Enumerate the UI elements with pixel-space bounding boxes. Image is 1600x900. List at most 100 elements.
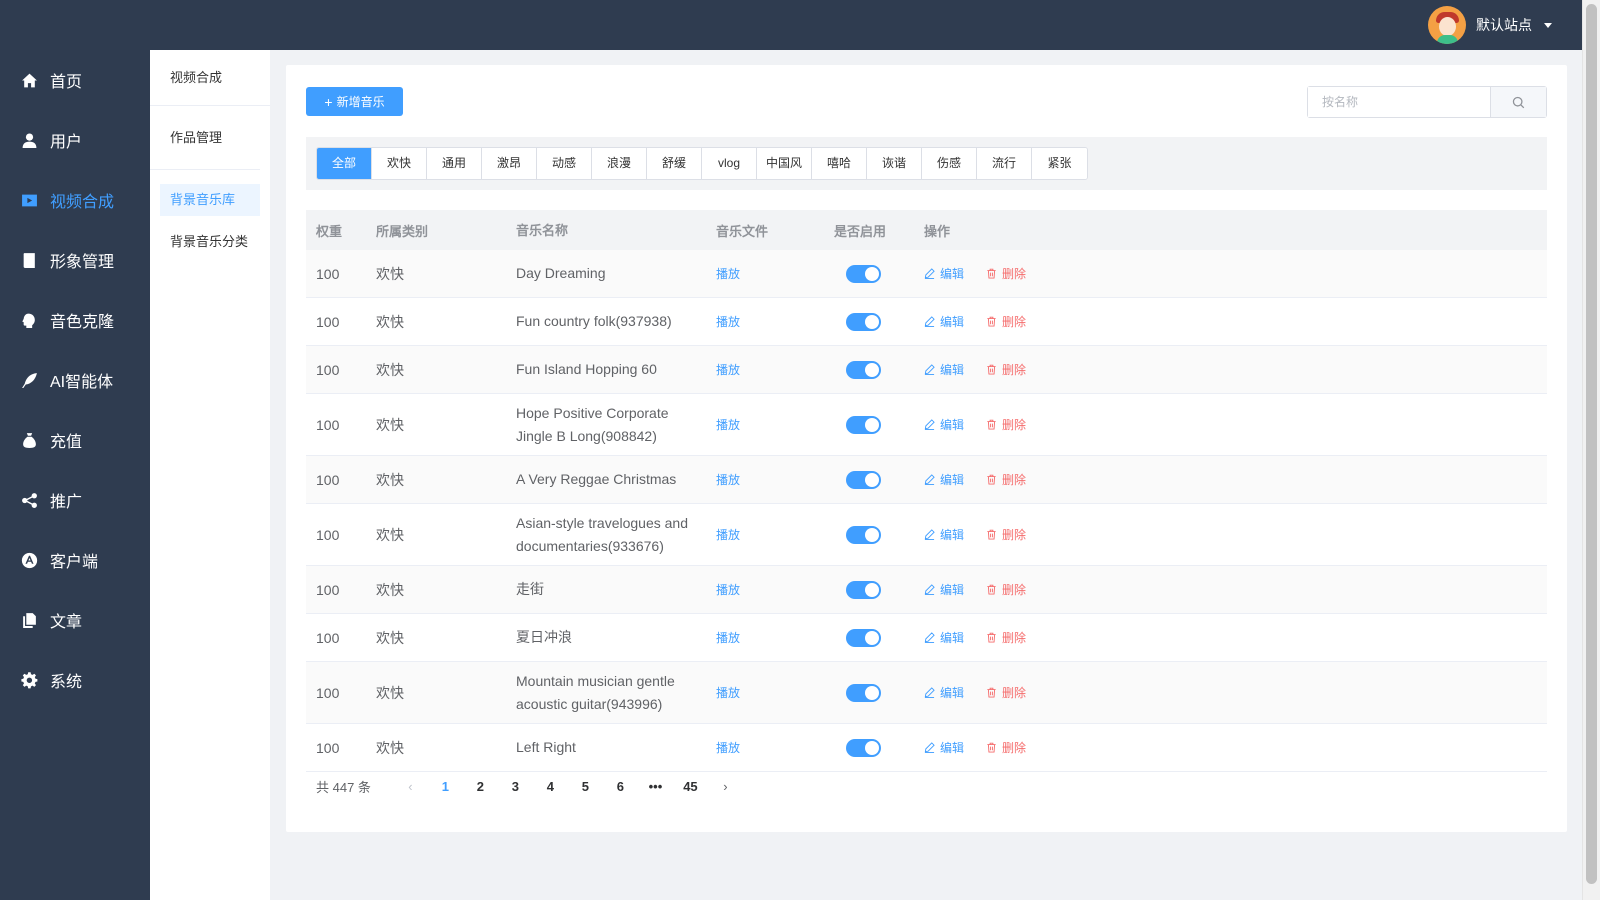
enable-switch[interactable] <box>846 683 881 702</box>
play-link[interactable]: 播放 <box>716 315 740 329</box>
category-tab-2[interactable]: 通用 <box>427 148 482 179</box>
trash-icon <box>987 529 996 540</box>
header-enabled: 是否启用 <box>834 223 887 239</box>
page-number[interactable]: 2 <box>463 779 498 794</box>
edit-button[interactable]: 编辑 <box>924 629 964 646</box>
enable-switch[interactable] <box>846 470 881 489</box>
page-number[interactable]: 4 <box>533 779 568 794</box>
prev-page-icon[interactable]: ‹ <box>393 779 428 794</box>
sidebar-item-7[interactable]: 推广 <box>0 470 150 530</box>
delete-button[interactable]: 删除 <box>986 471 1026 488</box>
play-link[interactable]: 播放 <box>716 267 740 281</box>
delete-button[interactable]: 删除 <box>986 526 1026 543</box>
edit-label: 编辑 <box>940 741 965 755</box>
cell-weight: 100 <box>316 629 340 646</box>
play-link[interactable]: 播放 <box>716 418 740 432</box>
play-link[interactable]: 播放 <box>716 473 740 487</box>
avatar[interactable] <box>1428 6 1466 44</box>
enable-switch[interactable] <box>846 360 881 379</box>
play-link[interactable]: 播放 <box>716 528 740 542</box>
sidebar-item-0[interactable]: 首页 <box>0 50 150 110</box>
category-tab-1[interactable]: 欢快 <box>372 148 427 179</box>
enable-switch[interactable] <box>846 312 881 331</box>
enable-switch[interactable] <box>846 525 881 544</box>
category-tab-3[interactable]: 激昂 <box>482 148 537 179</box>
delete-button[interactable]: 删除 <box>986 739 1026 756</box>
sidebar-item-8[interactable]: 客户端 <box>0 530 150 590</box>
page-number[interactable]: 45 <box>673 779 708 794</box>
enable-switch[interactable] <box>846 738 881 757</box>
delete-button[interactable]: 删除 <box>986 581 1026 598</box>
category-tab-8[interactable]: 中国风 <box>757 148 812 179</box>
edit-button[interactable]: 编辑 <box>924 581 964 598</box>
play-link[interactable]: 播放 <box>716 363 740 377</box>
enable-switch[interactable] <box>846 628 881 647</box>
caret-down-icon[interactable] <box>1544 22 1552 28</box>
edit-button[interactable]: 编辑 <box>924 526 964 543</box>
category-tab-11[interactable]: 伤感 <box>922 148 977 179</box>
next-page-icon[interactable]: › <box>708 779 743 794</box>
play-link[interactable]: 播放 <box>716 583 740 597</box>
page-number[interactable]: ••• <box>638 779 673 794</box>
edit-label: 编辑 <box>940 315 965 329</box>
play-link[interactable]: 播放 <box>716 631 740 645</box>
edit-icon <box>924 364 935 375</box>
category-tab-0[interactable]: 全部 <box>317 148 372 179</box>
play-link[interactable]: 播放 <box>716 686 740 700</box>
category-tab-4[interactable]: 动感 <box>537 148 592 179</box>
page-number[interactable]: 6 <box>603 779 638 794</box>
category-tab-9[interactable]: 嘻哈 <box>812 148 867 179</box>
delete-button[interactable]: 删除 <box>986 629 1026 646</box>
delete-button[interactable]: 删除 <box>986 265 1026 282</box>
scrollbar-thumb[interactable] <box>1586 4 1597 884</box>
search-input[interactable] <box>1308 87 1491 117</box>
delete-button[interactable]: 删除 <box>986 361 1026 378</box>
search-button[interactable] <box>1490 87 1546 117</box>
subnav-item-1[interactable]: 背景音乐分类 <box>160 226 260 258</box>
user-menu[interactable]: 默认站点 <box>1428 6 1552 44</box>
add-music-button[interactable]: + 新增音乐 <box>306 87 403 116</box>
cell-name: Hope Positive Corporate Jingle B Long(90… <box>516 404 669 444</box>
edit-button[interactable]: 编辑 <box>924 739 964 756</box>
trash-icon <box>987 316 996 327</box>
sidebar-item-3[interactable]: 形象管理 <box>0 230 150 290</box>
page-number[interactable]: 1 <box>428 779 463 794</box>
app-store-icon <box>20 551 38 569</box>
delete-button[interactable]: 删除 <box>986 313 1026 330</box>
play-link[interactable]: 播放 <box>716 741 740 755</box>
delete-button[interactable]: 删除 <box>986 416 1026 433</box>
delete-button[interactable]: 删除 <box>986 684 1026 701</box>
category-tab-5[interactable]: 浪漫 <box>592 148 647 179</box>
cell-category: 欢快 <box>376 265 404 282</box>
subnav-item-0[interactable]: 背景音乐库 <box>160 184 260 216</box>
category-tab-7[interactable]: vlog <box>702 148 757 179</box>
page-number[interactable]: 3 <box>498 779 533 794</box>
share-icon <box>20 491 38 509</box>
enable-switch[interactable] <box>846 415 881 434</box>
sidebar-item-4[interactable]: 音色克隆 <box>0 290 150 350</box>
cell-name: A Very Reggae Christmas <box>516 471 677 487</box>
sidebar-item-5[interactable]: AI智能体 <box>0 350 150 410</box>
category-tab-13[interactable]: 紧张 <box>1032 148 1087 179</box>
sidebar-item-9[interactable]: 文章 <box>0 590 150 650</box>
category-tab-12[interactable]: 流行 <box>977 148 1032 179</box>
edit-button[interactable]: 编辑 <box>924 471 964 488</box>
enable-switch[interactable] <box>846 264 881 283</box>
enable-switch[interactable] <box>846 580 881 599</box>
site-name[interactable]: 默认站点 <box>1476 15 1532 35</box>
subnav-group-works[interactable]: 作品管理 <box>150 106 260 170</box>
sidebar-item-6[interactable]: 充值 <box>0 410 150 470</box>
sidebar-item-2[interactable]: 视频合成 <box>0 170 150 230</box>
page-number[interactable]: 5 <box>568 779 603 794</box>
edit-button[interactable]: 编辑 <box>924 313 964 330</box>
edit-button[interactable]: 编辑 <box>924 265 964 282</box>
edit-button[interactable]: 编辑 <box>924 684 964 701</box>
sidebar-item-1[interactable]: 用户 <box>0 110 150 170</box>
sidebar-item-10[interactable]: 系统 <box>0 650 150 710</box>
category-tab-10[interactable]: 诙谐 <box>867 148 922 179</box>
header-ops: 操作 <box>924 223 951 239</box>
scrollbar[interactable] <box>1582 0 1600 900</box>
edit-button[interactable]: 编辑 <box>924 361 964 378</box>
category-tab-6[interactable]: 舒缓 <box>647 148 702 179</box>
edit-button[interactable]: 编辑 <box>924 416 964 433</box>
